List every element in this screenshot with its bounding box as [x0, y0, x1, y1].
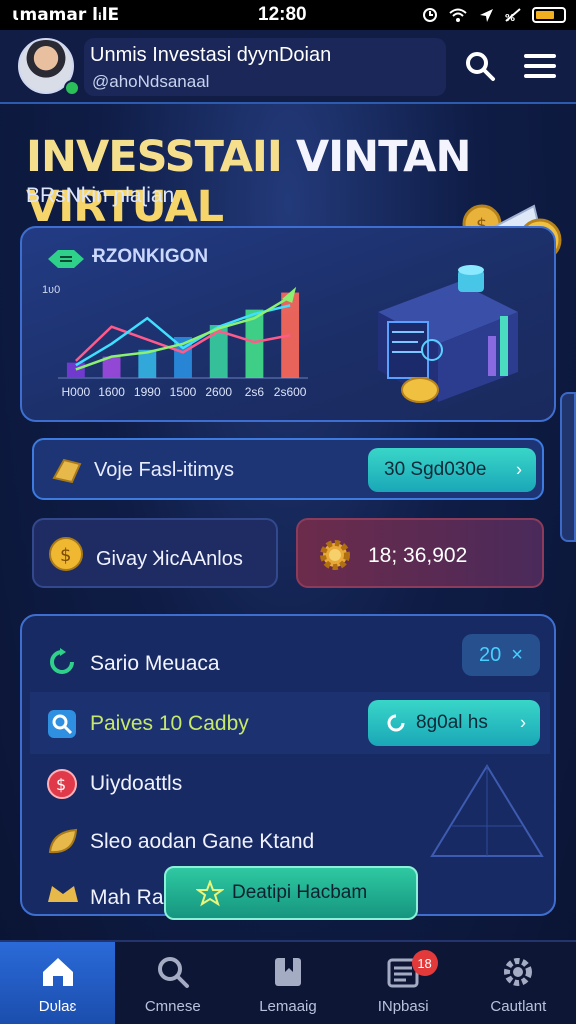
status-icons: % [422, 7, 566, 23]
bookmark-icon [274, 958, 301, 986]
promo-action-button[interactable]: 30 Sgd030e › [368, 448, 536, 492]
signal-icon: % [505, 8, 521, 23]
app-header: Unmis Investasi dyynDoian @ahoNdsanaal [0, 30, 576, 104]
chart-tick-label: H000 [62, 385, 91, 399]
row-action-button[interactable]: 8g0al hs › [368, 700, 540, 746]
promo-label: Voje Fasl-itimys [94, 459, 235, 481]
magnifier-icon [48, 710, 76, 738]
title-word-1: INVESSTAII [26, 132, 283, 182]
coin-icon: $ [49, 537, 83, 571]
list-row-label[interactable]: Mah Ra [90, 886, 164, 910]
chart-tick-label: 1500 [170, 385, 197, 399]
profile-name: Unmis Investasi dyynDoian [90, 44, 332, 66]
carrier-label: ɩmamar lᵢlE [12, 5, 120, 25]
gold-bar-icon [52, 458, 82, 484]
svg-text:$: $ [60, 545, 71, 566]
nav-label: Cmnese [144, 998, 201, 1015]
battery-icon [532, 7, 566, 23]
bottom-nav: Dᴜlaɛ Cmnese Lemaaig 18 INpbasi Cautlant [0, 940, 576, 1024]
notification-badge: 18 [411, 950, 438, 976]
nav-item-news[interactable]: 18 INpbasi [346, 942, 461, 1024]
nav-item-home[interactable]: Dᴜlaɛ [0, 942, 116, 1024]
primary-cta-button[interactable]: Deatipi Hacbam [164, 866, 418, 920]
chart-tick-label: 1600 [98, 385, 125, 399]
title-word-2: VINTAN [295, 132, 472, 182]
promo-button-label: 30 Sgd030e [384, 459, 487, 480]
side-drawer-handle[interactable] [560, 392, 576, 542]
nav-label: Dᴜlaɛ [38, 998, 77, 1015]
status-time: 12:80 [258, 4, 307, 25]
chevron-right-icon: › [520, 712, 526, 733]
menu-icon[interactable] [522, 48, 558, 84]
star-icon [196, 880, 224, 907]
chart-tick-label: 2600 [205, 385, 232, 399]
chevron-right-icon: › [516, 459, 522, 480]
chart-card: ɌZONKIGON 1ʋ0 H000 1600 1990 1500 2600 2s6 2s6… [20, 226, 556, 422]
refresh-icon [50, 648, 74, 674]
svg-text:%: % [505, 13, 515, 23]
pyramid-decoration-icon [430, 764, 544, 857]
gear-coin-icon [320, 540, 350, 570]
gear-icon [504, 958, 533, 986]
gold-leaf-icon [48, 828, 78, 854]
dollar-badge-icon: $ [47, 769, 77, 799]
wifi-icon [449, 8, 467, 22]
chart-tick-label: 1990 [134, 385, 161, 399]
stat-card-left[interactable]: $ Givay ꞰicAAnlos [32, 518, 278, 588]
bar-line-chart: H000 1600 1990 1500 2600 2s6 2s600 [58, 286, 308, 399]
do-not-disturb-icon [423, 8, 437, 22]
search-icon [157, 957, 189, 988]
chart-tick-label: 2s600 [274, 385, 307, 399]
nav-label: Cautlant [490, 998, 547, 1015]
nav-item-settings[interactable]: Cautlant [461, 942, 576, 1024]
list-row-label[interactable]: Sleo aodan Gane Ktand [90, 830, 314, 854]
close-icon[interactable]: × [511, 644, 523, 667]
stat-left-label: Givay ꞰicAAnlos [96, 548, 243, 570]
promo-card[interactable]: Voje Fasl-itimys 30 Sgd030e › [32, 438, 544, 500]
nav-item-search[interactable]: Cmnese [115, 942, 230, 1024]
count-value: 20 [479, 643, 502, 666]
cta-label: Deatipi Hacbam [232, 882, 368, 903]
list-row-label[interactable]: Uiydoattls [90, 772, 182, 796]
list-header-label: Sario Meuaca [90, 652, 220, 675]
nav-label: Lemaaig [259, 998, 317, 1015]
chart-tick-label: 2s6 [245, 385, 265, 399]
investment-device-illustration [378, 265, 518, 403]
count-badge[interactable]: 20 × [462, 634, 540, 676]
location-icon [480, 9, 493, 22]
list-row-label: Paives 10 Cadby [90, 712, 249, 735]
row-button-label: 8g0al hs [416, 712, 488, 733]
svg-text:$: $ [56, 775, 66, 794]
search-icon[interactable] [462, 48, 498, 84]
home-icon [42, 958, 73, 986]
verified-badge-icon [64, 80, 80, 96]
status-bar: ɩmamar lᵢlE 12:80 % [0, 0, 576, 30]
page-subtitle: BRsNkin ɲlaɭian [26, 184, 175, 207]
nav-label: INpbasi [377, 998, 429, 1015]
stat-right-value: 18; 36,902 [368, 544, 468, 567]
profile-handle: @ahoNdsanaal [92, 72, 210, 91]
gold-crown-icon [48, 886, 78, 902]
nav-item-learning[interactable]: Lemaaig [230, 942, 345, 1024]
stat-card-right[interactable]: 18; 36,902 [296, 518, 544, 588]
profile-info[interactable]: Unmis Investasi dyynDoian @ahoNdsanaal [84, 38, 446, 96]
refresh-small-icon [387, 714, 405, 732]
